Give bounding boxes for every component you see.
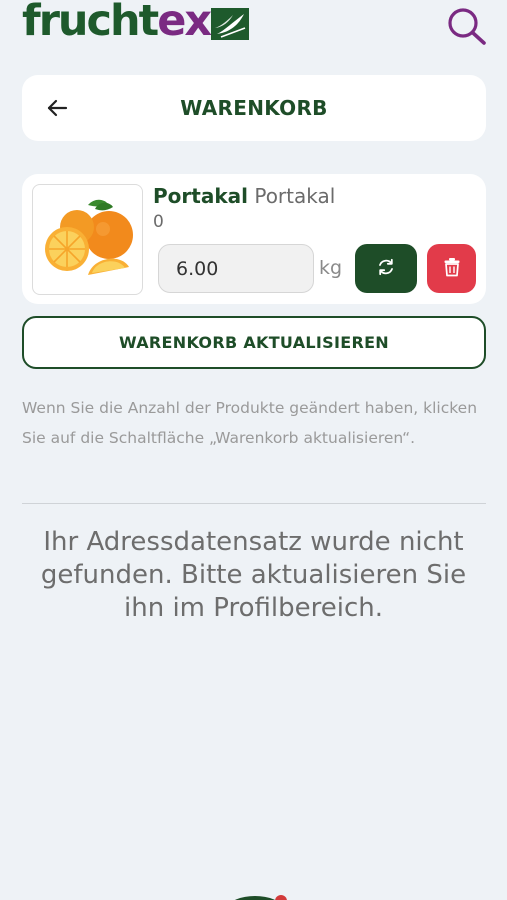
update-hint-text: Wenn Sie die Anzahl der Produkte geänder… (22, 399, 478, 447)
trash-icon (443, 257, 461, 281)
divider (22, 503, 486, 504)
product-name-primary: Portakal (153, 184, 248, 208)
refresh-button[interactable] (355, 244, 417, 293)
app-header: fruchtex (0, 0, 507, 52)
cart-item-card: Portakal Portakal 0 kg (22, 174, 486, 304)
bottom-partial-icon (225, 892, 295, 900)
page-title: WARENKORB (180, 96, 328, 120)
refresh-icon (376, 257, 396, 281)
back-arrow-icon[interactable] (42, 93, 72, 123)
product-name: Portakal Portakal (153, 184, 335, 208)
fruchtex-logo[interactable]: fruchtex (22, 0, 250, 46)
search-icon[interactable] (446, 6, 488, 46)
update-cart-button[interactable]: WARENKORB AKTUALISIEREN (22, 316, 486, 369)
delete-button[interactable] (427, 244, 476, 293)
page-title-bar: WARENKORB (22, 75, 486, 141)
logo-text: fruchtex (22, 0, 212, 46)
address-not-found-notice: Ihr Adressdatensatz wurde nicht gefunden… (40, 527, 467, 623)
product-image (32, 184, 143, 295)
product-price: 0 (153, 212, 164, 232)
product-name-secondary: Portakal (254, 184, 336, 208)
quantity-input[interactable] (158, 244, 314, 293)
logo-leaf-icon (211, 8, 250, 40)
unit-label: kg (319, 257, 343, 279)
